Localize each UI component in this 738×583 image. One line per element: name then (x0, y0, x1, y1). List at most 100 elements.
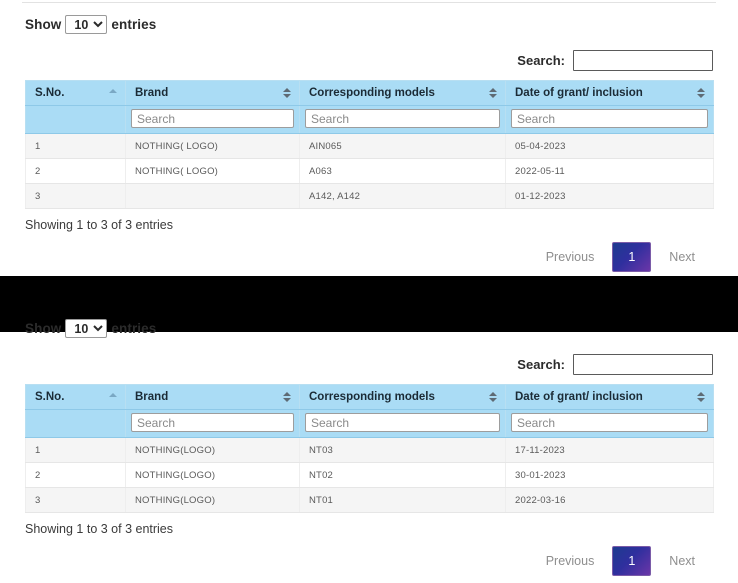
cell-brand: NOTHING( LOGO) (126, 134, 300, 159)
length-prefix-label: Show (25, 321, 61, 336)
cell-brand: NOTHING( LOGO) (126, 159, 300, 184)
cell-date: 05-04-2023 (506, 134, 714, 159)
column-filter-row (26, 410, 714, 438)
column-search-input-date-1[interactable] (511, 109, 708, 128)
cell-brand: NOTHING(LOGO) (126, 438, 300, 463)
cell-sno: 1 (26, 438, 126, 463)
entries-per-page-select-1[interactable]: 10 (65, 15, 107, 34)
cell-sno: 1 (26, 134, 126, 159)
column-filter-cell-date (506, 106, 714, 134)
column-filter-cell-date (506, 410, 714, 438)
cell-models: NT01 (300, 488, 506, 513)
search-label: Search: (517, 53, 565, 68)
data-table-2: S.No. Brand Corresponding models Date of… (25, 384, 714, 513)
cell-brand (126, 184, 300, 209)
column-filter-cell-sno (26, 410, 126, 438)
column-search-input-brand-2[interactable] (131, 413, 294, 432)
table-info-2: Showing 1 to 3 of 3 entries (25, 522, 738, 536)
length-prefix-label: Show (25, 17, 61, 32)
cell-models: A063 (300, 159, 506, 184)
global-search-input-1[interactable] (573, 50, 713, 71)
datatable-panel-2: Show 10 entries Search: S.No. Brand Corr… (0, 316, 738, 576)
column-header-label: S.No. (35, 391, 64, 403)
sort-both-icon (489, 391, 498, 403)
cell-brand: NOTHING(LOGO) (126, 463, 300, 488)
global-filter-2: Search: (0, 354, 738, 375)
length-control-2: Show 10 entries (25, 316, 738, 340)
cell-brand: NOTHING(LOGO) (126, 488, 300, 513)
pagination-1: Previous 1 Next (0, 242, 738, 272)
column-filter-cell-models (300, 106, 506, 134)
pagination-page-1[interactable]: 1 (612, 242, 651, 272)
sort-both-icon (283, 391, 292, 403)
datatable-panel-1: Show 10 entries Search: S.No. Brand Corr… (0, 12, 738, 272)
table-row[interactable]: 2 NOTHING( LOGO) A063 2022-05-11 (26, 159, 714, 184)
data-table-1: S.No. Brand Corresponding models Date of… (25, 80, 714, 209)
sort-both-icon (697, 87, 706, 99)
cell-models: NT03 (300, 438, 506, 463)
pagination-2: Previous 1 Next (0, 546, 738, 576)
column-header-brand[interactable]: Brand (126, 81, 300, 106)
sort-both-icon (283, 87, 292, 99)
header-row: S.No. Brand Corresponding models Date of… (26, 385, 714, 410)
column-header-date[interactable]: Date of grant/ inclusion (506, 385, 714, 410)
cell-sno: 2 (26, 463, 126, 488)
column-header-label: Brand (135, 87, 168, 99)
pagination-previous-2[interactable]: Previous (533, 548, 608, 574)
cell-date: 17-11-2023 (506, 438, 714, 463)
column-search-input-models-2[interactable] (305, 413, 500, 432)
sort-both-icon (489, 87, 498, 99)
column-header-label: Date of grant/ inclusion (515, 87, 643, 99)
column-header-label: S.No. (35, 87, 64, 99)
cell-sno: 3 (26, 488, 126, 513)
column-filter-cell-brand (126, 106, 300, 134)
cell-date: 30-01-2023 (506, 463, 714, 488)
table-row[interactable]: 3 A142, A142 01-12-2023 (26, 184, 714, 209)
cell-date: 01-12-2023 (506, 184, 714, 209)
column-header-sno[interactable]: S.No. (26, 81, 126, 106)
column-header-label: Brand (135, 391, 168, 403)
header-row: S.No. Brand Corresponding models Date of… (26, 81, 714, 106)
pagination-page-1[interactable]: 1 (612, 546, 651, 576)
cell-sno: 2 (26, 159, 126, 184)
column-filter-cell-sno (26, 106, 126, 134)
column-header-sno[interactable]: S.No. (26, 385, 126, 410)
cell-models: NT02 (300, 463, 506, 488)
global-filter-1: Search: (0, 50, 738, 71)
column-header-date[interactable]: Date of grant/ inclusion (506, 81, 714, 106)
length-suffix-label: entries (111, 17, 156, 32)
entries-per-page-select-2[interactable]: 10 (65, 319, 107, 338)
sort-ascending-icon (109, 87, 118, 99)
column-header-brand[interactable]: Brand (126, 385, 300, 410)
column-header-label: Corresponding models (309, 87, 435, 99)
column-filter-row (26, 106, 714, 134)
pagination-next-1[interactable]: Next (656, 244, 708, 270)
column-filter-cell-models (300, 410, 506, 438)
cell-date: 2022-05-11 (506, 159, 714, 184)
table-row[interactable]: 1 NOTHING( LOGO) AIN065 05-04-2023 (26, 134, 714, 159)
search-label: Search: (517, 357, 565, 372)
column-search-input-date-2[interactable] (511, 413, 708, 432)
global-search-input-2[interactable] (573, 354, 713, 375)
table-info-1: Showing 1 to 3 of 3 entries (25, 218, 738, 232)
column-search-input-models-1[interactable] (305, 109, 500, 128)
cell-models: AIN065 (300, 134, 506, 159)
length-control-1: Show 10 entries (25, 12, 738, 36)
pagination-next-2[interactable]: Next (656, 548, 708, 574)
cell-date: 2022-03-16 (506, 488, 714, 513)
column-filter-cell-brand (126, 410, 300, 438)
column-header-label: Date of grant/ inclusion (515, 391, 643, 403)
cell-sno: 3 (26, 184, 126, 209)
column-header-models[interactable]: Corresponding models (300, 385, 506, 410)
column-search-input-brand-1[interactable] (131, 109, 294, 128)
column-header-models[interactable]: Corresponding models (300, 81, 506, 106)
pagination-previous-1[interactable]: Previous (533, 244, 608, 270)
sort-both-icon (697, 391, 706, 403)
table-row[interactable]: 2 NOTHING(LOGO) NT02 30-01-2023 (26, 463, 714, 488)
column-header-label: Corresponding models (309, 391, 435, 403)
sort-ascending-icon (109, 391, 118, 403)
cell-models: A142, A142 (300, 184, 506, 209)
table-row[interactable]: 1 NOTHING(LOGO) NT03 17-11-2023 (26, 438, 714, 463)
top-divider (22, 2, 716, 3)
table-row[interactable]: 3 NOTHING(LOGO) NT01 2022-03-16 (26, 488, 714, 513)
